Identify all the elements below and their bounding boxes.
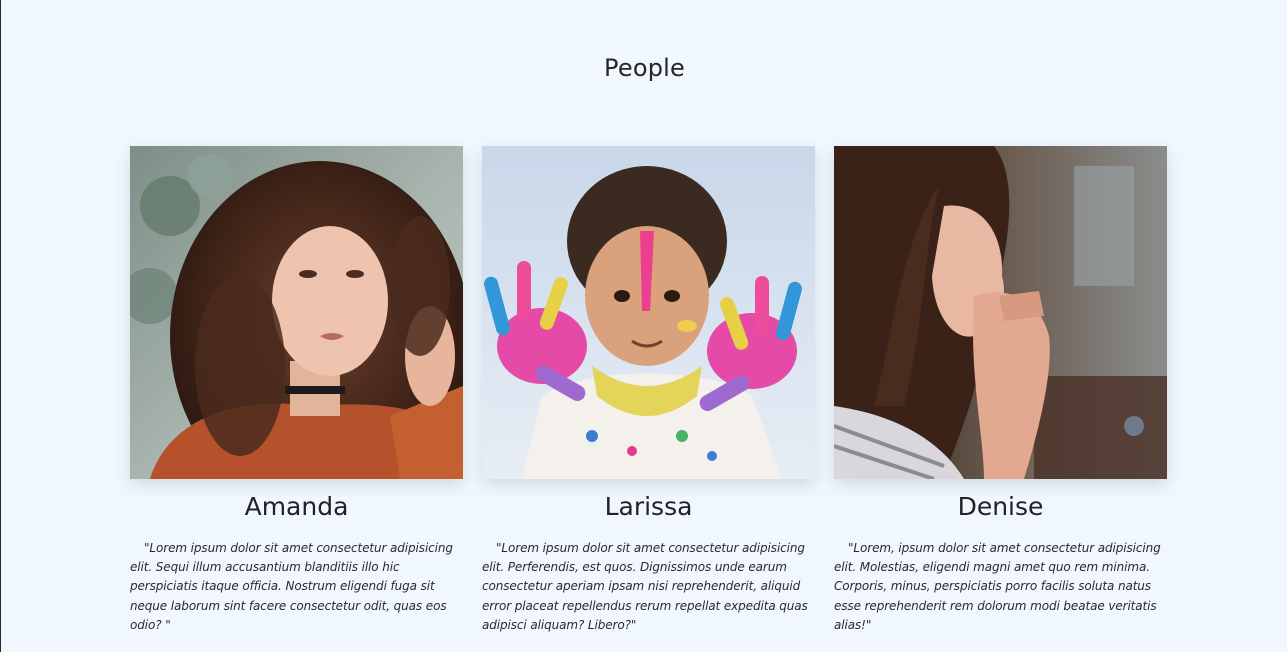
- person-name: Larissa: [604, 492, 693, 521]
- people-page: People Amanda "Lorem ipsum dolor sit ame…: [0, 0, 1287, 652]
- person-card-denise: Denise "Lorem, ipsum dolor sit amet cons…: [834, 146, 1167, 635]
- person-card-amanda: Amanda "Lorem ipsum dolor sit amet conse…: [130, 146, 463, 635]
- person-quote: "Lorem ipsum dolor sit amet consectetur …: [130, 541, 453, 632]
- person-photo-denise: [834, 146, 1167, 479]
- section-title: People: [604, 54, 685, 82]
- people-cards: Amanda "Lorem ipsum dolor sit amet conse…: [130, 146, 1167, 635]
- person-card-larissa: Larissa "Lorem ipsum dolor sit amet cons…: [482, 146, 815, 635]
- person-quote: "Lorem ipsum dolor sit amet consectetur …: [482, 541, 808, 632]
- person-photo-amanda: [130, 146, 463, 479]
- person-name: Denise: [957, 492, 1044, 521]
- person-name: Amanda: [244, 492, 349, 521]
- person-photo-larissa: [482, 146, 815, 479]
- person-quote: "Lorem, ipsum dolor sit amet consectetur…: [834, 541, 1161, 632]
